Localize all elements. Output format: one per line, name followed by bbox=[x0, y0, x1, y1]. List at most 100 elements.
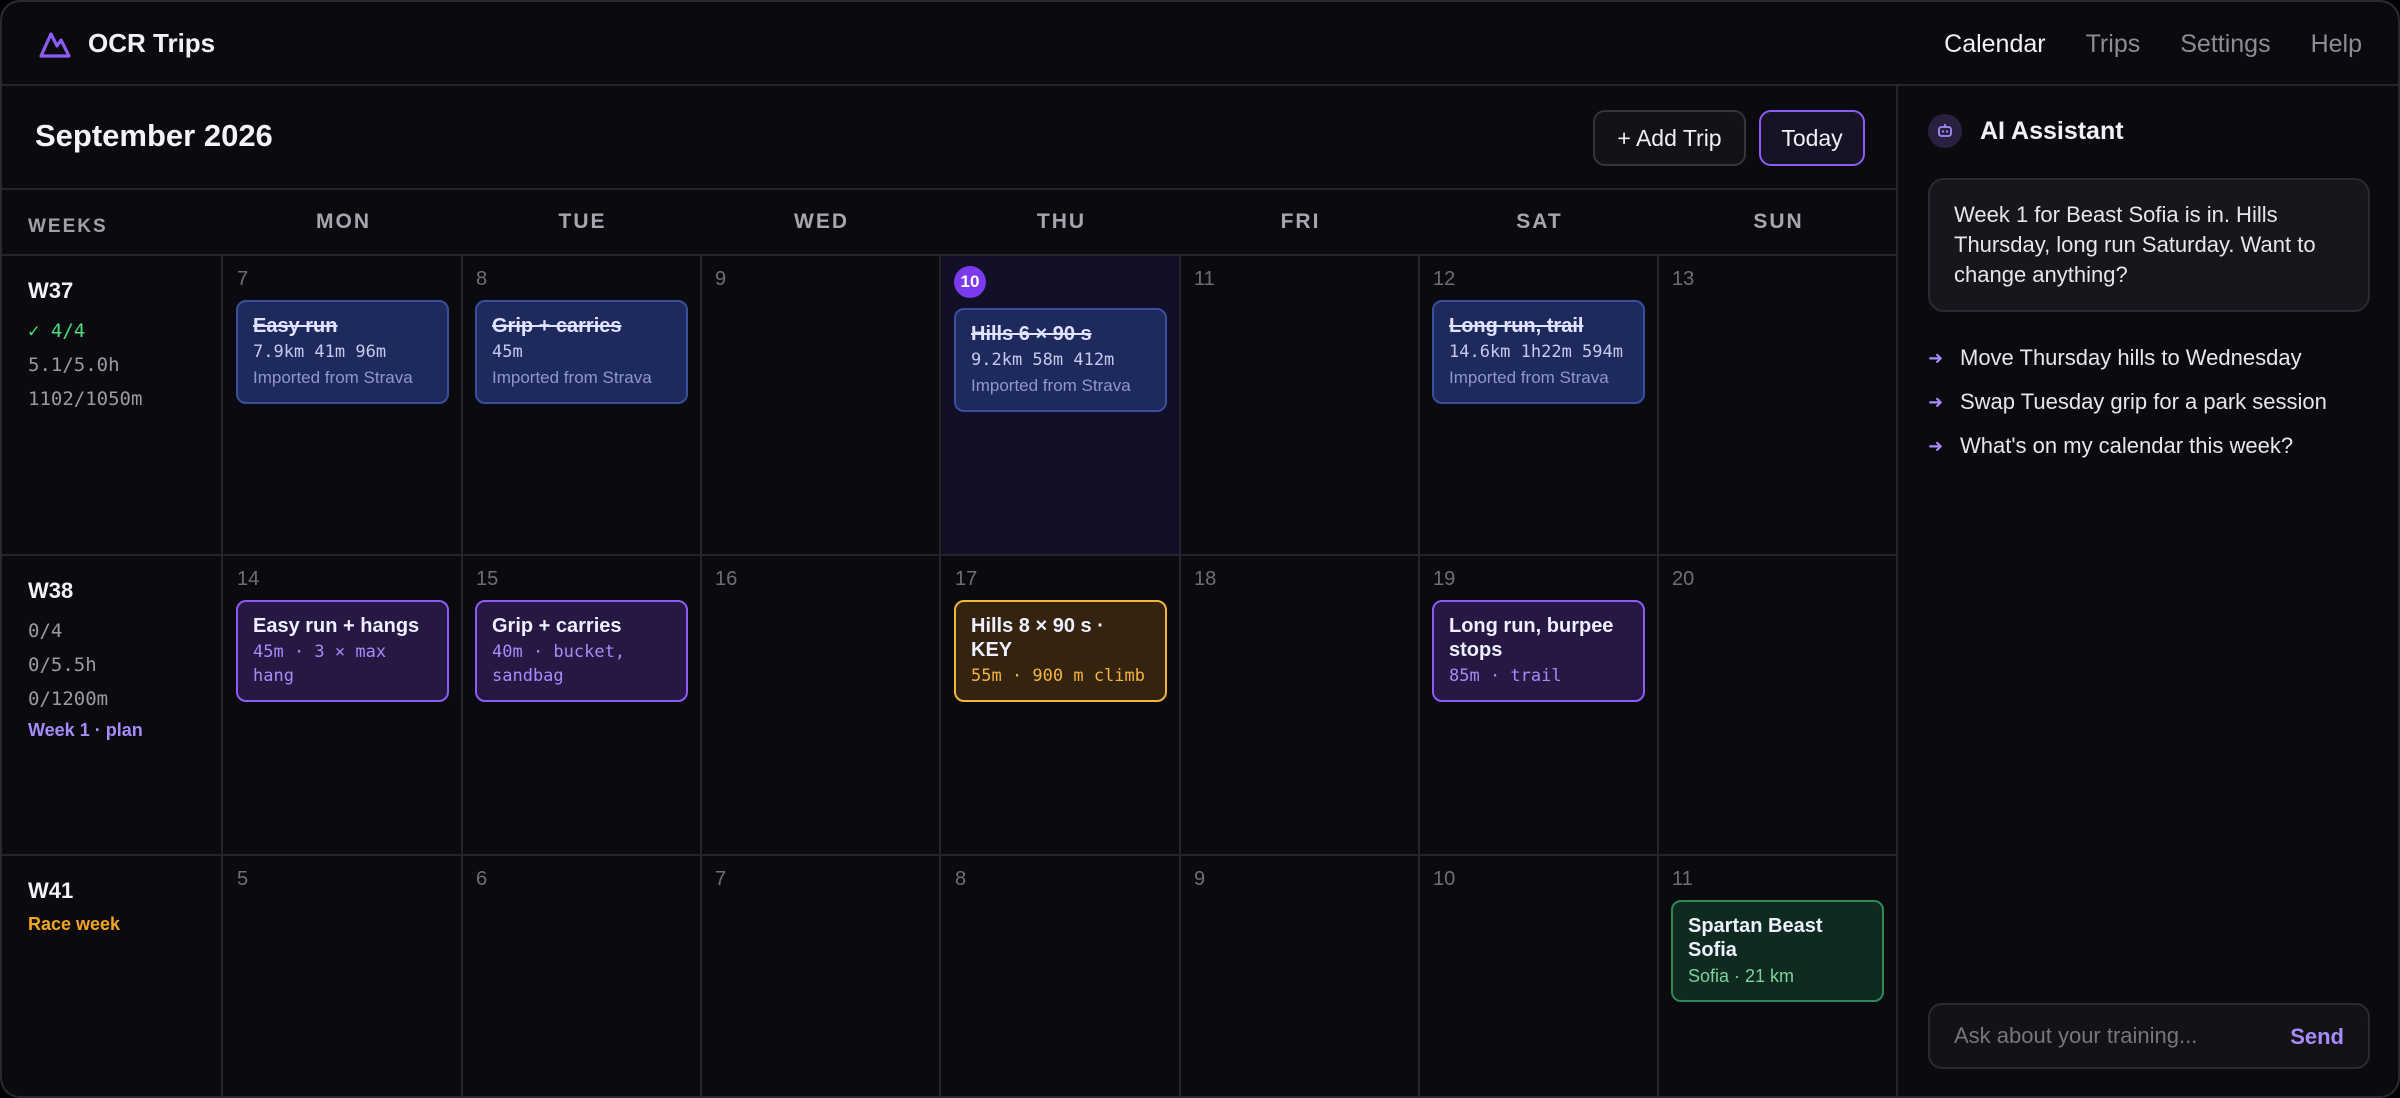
today-badge: 10 bbox=[954, 266, 986, 298]
workout-title: Long run, burpee stops bbox=[1449, 615, 1614, 661]
week-elevation-stat: 0/1200m bbox=[28, 688, 109, 710]
assistant-message: Week 1 for Beast Sofia is in. Hills Thur… bbox=[1928, 178, 2370, 312]
day-cell[interactable]: 13 bbox=[1659, 256, 1898, 554]
race-event-card[interactable]: Spartan Beast Sofia Sofia · 21 km bbox=[1671, 900, 1884, 1002]
week-label: W37 bbox=[28, 278, 74, 303]
day-cell[interactable]: 11 Spartan Beast Sofia Sofia · 21 km bbox=[1659, 856, 1898, 1096]
workout-details: 85m · trail bbox=[1449, 666, 1562, 686]
day-cell[interactable]: 10 bbox=[1420, 856, 1659, 1096]
day-cell[interactable]: 8 bbox=[942, 856, 1181, 1096]
week-elevation-stat: 1102/1050m bbox=[28, 388, 143, 410]
suggestion-item[interactable]: ➜ What's on my calendar this week? bbox=[1928, 424, 2378, 468]
planned-workout-card[interactable]: Long run, burpee stops 85m · trail bbox=[1432, 600, 1645, 702]
week-hours-stat: 5.1/5.0h bbox=[28, 354, 120, 376]
day-cell[interactable]: 14 Easy run + hangs 45m · 3 × max hang bbox=[224, 556, 463, 854]
arrow-right-icon: ➜ bbox=[1928, 391, 1944, 412]
week-row-w41: W41 Race week 5 6 7 8 9 10 11 Spartan Be… bbox=[2, 856, 1898, 1096]
day-number: 16 bbox=[715, 568, 738, 590]
nav-settings[interactable]: Settings bbox=[2180, 30, 2270, 59]
day-number: 18 bbox=[1194, 568, 1217, 590]
workout-details: 40m · bucket, sandbag bbox=[492, 642, 626, 686]
day-cell[interactable]: 20 bbox=[1659, 556, 1898, 854]
day-cell[interactable]: 7 bbox=[702, 856, 941, 1096]
key-workout-card[interactable]: Hills 8 × 90 s · KEY 55m · 900 m climb bbox=[954, 600, 1167, 702]
suggestion-item[interactable]: ➜ Move Thursday hills to Wednesday bbox=[1928, 336, 2378, 380]
day-number: 14 bbox=[237, 568, 260, 590]
day-cell[interactable]: 12 Long run, trail 14.6km 1h22m 594m Imp… bbox=[1420, 256, 1659, 554]
suggestion-list: ➜ Move Thursday hills to Wednesday ➜ Swa… bbox=[1928, 336, 2378, 468]
robot-icon bbox=[1928, 114, 1962, 148]
ai-assistant-panel: AI Assistant Week 1 for Beast Sofia is i… bbox=[1900, 86, 2398, 1096]
day-cell[interactable]: 7 Easy run 7.9km 41m 96m Imported from S… bbox=[224, 256, 463, 554]
calendar-header: September 2026 + Add Trip Today bbox=[2, 86, 1898, 190]
day-cell[interactable]: 17 Hills 8 × 90 s · KEY 55m · 900 m clim… bbox=[942, 556, 1181, 854]
arrow-right-icon: ➜ bbox=[1928, 435, 1944, 456]
workout-title: Hills 6 × 90 s bbox=[971, 323, 1092, 345]
send-button[interactable]: Send bbox=[2290, 1024, 2344, 1050]
weekday-wed: WED bbox=[794, 210, 849, 233]
suggestion-item[interactable]: ➜ Swap Tuesday grip for a park session bbox=[1928, 380, 2378, 424]
day-cell[interactable]: 16 bbox=[702, 556, 941, 854]
day-number: 9 bbox=[1194, 868, 1206, 890]
day-cell[interactable]: 9 bbox=[702, 256, 941, 554]
planned-workout-card[interactable]: Grip + carries 40m · bucket, sandbag bbox=[475, 600, 688, 702]
day-cell[interactable]: 19 Long run, burpee stops 85m · trail bbox=[1420, 556, 1659, 854]
workout-title: Grip + carries bbox=[492, 615, 622, 637]
nav-calendar[interactable]: Calendar bbox=[1944, 30, 2045, 59]
assistant-header: AI Assistant bbox=[1928, 114, 2124, 148]
day-number: 8 bbox=[955, 868, 967, 890]
week-label: W41 bbox=[28, 878, 74, 903]
day-number: 15 bbox=[476, 568, 499, 590]
day-number: 17 bbox=[955, 568, 978, 590]
day-number: 7 bbox=[715, 868, 727, 890]
week-summary: W37 ✓ 4/4 5.1/5.0h 1102/1050m bbox=[2, 256, 223, 554]
weekday-mon: MON bbox=[316, 210, 371, 233]
today-button[interactable]: Today bbox=[1759, 110, 1865, 166]
nav-trips[interactable]: Trips bbox=[2086, 30, 2141, 59]
add-trip-button[interactable]: + Add Trip bbox=[1593, 110, 1746, 166]
workout-details: 55m · 900 m climb bbox=[971, 666, 1145, 686]
workout-source: Imported from Strava bbox=[253, 368, 413, 387]
week-row-w37: W37 ✓ 4/4 5.1/5.0h 1102/1050m 7 Easy run… bbox=[2, 256, 1898, 556]
weekday-fri: FRI bbox=[1280, 210, 1321, 233]
nav-help[interactable]: Help bbox=[2311, 30, 2362, 59]
day-number: 12 bbox=[1433, 268, 1456, 290]
week-plan-tag[interactable]: Week 1 · plan bbox=[28, 720, 221, 741]
day-cell[interactable]: 11 bbox=[1181, 256, 1420, 554]
weekday-thu: THU bbox=[1036, 210, 1087, 233]
planned-workout-card[interactable]: Easy run + hangs 45m · 3 × max hang bbox=[236, 600, 449, 702]
mountain-logo-icon bbox=[39, 31, 71, 58]
day-number: 20 bbox=[1672, 568, 1695, 590]
suggestion-label: What's on my calendar this week? bbox=[1960, 433, 2294, 458]
week-sessions-stat: 0/4 bbox=[28, 620, 63, 642]
day-cell[interactable]: 5 bbox=[224, 856, 463, 1096]
day-number: 13 bbox=[1672, 268, 1695, 290]
week-summary: W41 Race week bbox=[2, 856, 223, 1096]
day-cell-today[interactable]: 10 Hills 6 × 90 s 9.2km 58m 412m Importe… bbox=[942, 256, 1181, 554]
day-number: 11 bbox=[1672, 868, 1693, 890]
workout-title: Long run, trail bbox=[1449, 315, 1584, 337]
completed-workout-card[interactable]: Easy run 7.9km 41m 96m Imported from Str… bbox=[236, 300, 449, 404]
day-cell[interactable]: 15 Grip + carries 40m · bucket, sandbag bbox=[463, 556, 702, 854]
arrow-right-icon: ➜ bbox=[1928, 347, 1944, 368]
brand[interactable]: OCR Trips bbox=[38, 28, 215, 59]
suggestion-label: Move Thursday hills to Wednesday bbox=[1960, 345, 2302, 370]
day-number: 9 bbox=[715, 268, 727, 290]
day-number: 6 bbox=[476, 868, 488, 890]
main-nav: Calendar Trips Settings Help bbox=[1944, 2, 2362, 86]
day-cell[interactable]: 8 Grip + carries 45m Imported from Strav… bbox=[463, 256, 702, 554]
day-cell[interactable]: 6 bbox=[463, 856, 702, 1096]
chat-input[interactable] bbox=[1954, 1021, 2274, 1051]
suggestion-label: Swap Tuesday grip for a park session bbox=[1960, 389, 2327, 414]
weekday-sun: SUN bbox=[1753, 210, 1804, 233]
day-cell[interactable]: 18 bbox=[1181, 556, 1420, 854]
completed-workout-card[interactable]: Hills 6 × 90 s 9.2km 58m 412m Imported f… bbox=[954, 308, 1167, 412]
workout-title: Hills 8 × 90 s · KEY bbox=[971, 615, 1104, 661]
completed-workout-card[interactable]: Grip + carries 45m Imported from Strava bbox=[475, 300, 688, 404]
day-number: 5 bbox=[237, 868, 249, 890]
completed-workout-card[interactable]: Long run, trail 14.6km 1h22m 594m Import… bbox=[1432, 300, 1645, 404]
day-cell[interactable]: 9 bbox=[1181, 856, 1420, 1096]
race-week-tag: Race week bbox=[28, 914, 121, 934]
weekday-header: WEEKS MON TUE WED THU FRI SAT SUN bbox=[2, 190, 1898, 256]
assistant-title: AI Assistant bbox=[1980, 116, 2124, 145]
